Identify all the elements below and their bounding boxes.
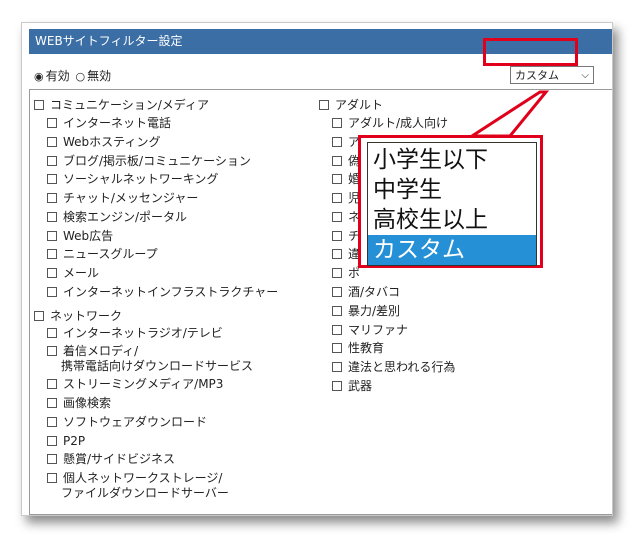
option-custom[interactable]: カスタム [368,235,536,265]
option-high-school[interactable]: 高校生以上 [368,205,536,235]
callout-pointer-shape [466,90,550,138]
level-options-list: 小学生以下 中学生 高校生以上 カスタム [367,142,537,266]
callout-pointer [466,90,550,138]
level-options-popup: 小学生以下 中学生 高校生以上 カスタム [358,135,543,268]
option-junior-high[interactable]: 中学生 [368,175,536,205]
option-elementary[interactable]: 小学生以下 [368,145,536,175]
